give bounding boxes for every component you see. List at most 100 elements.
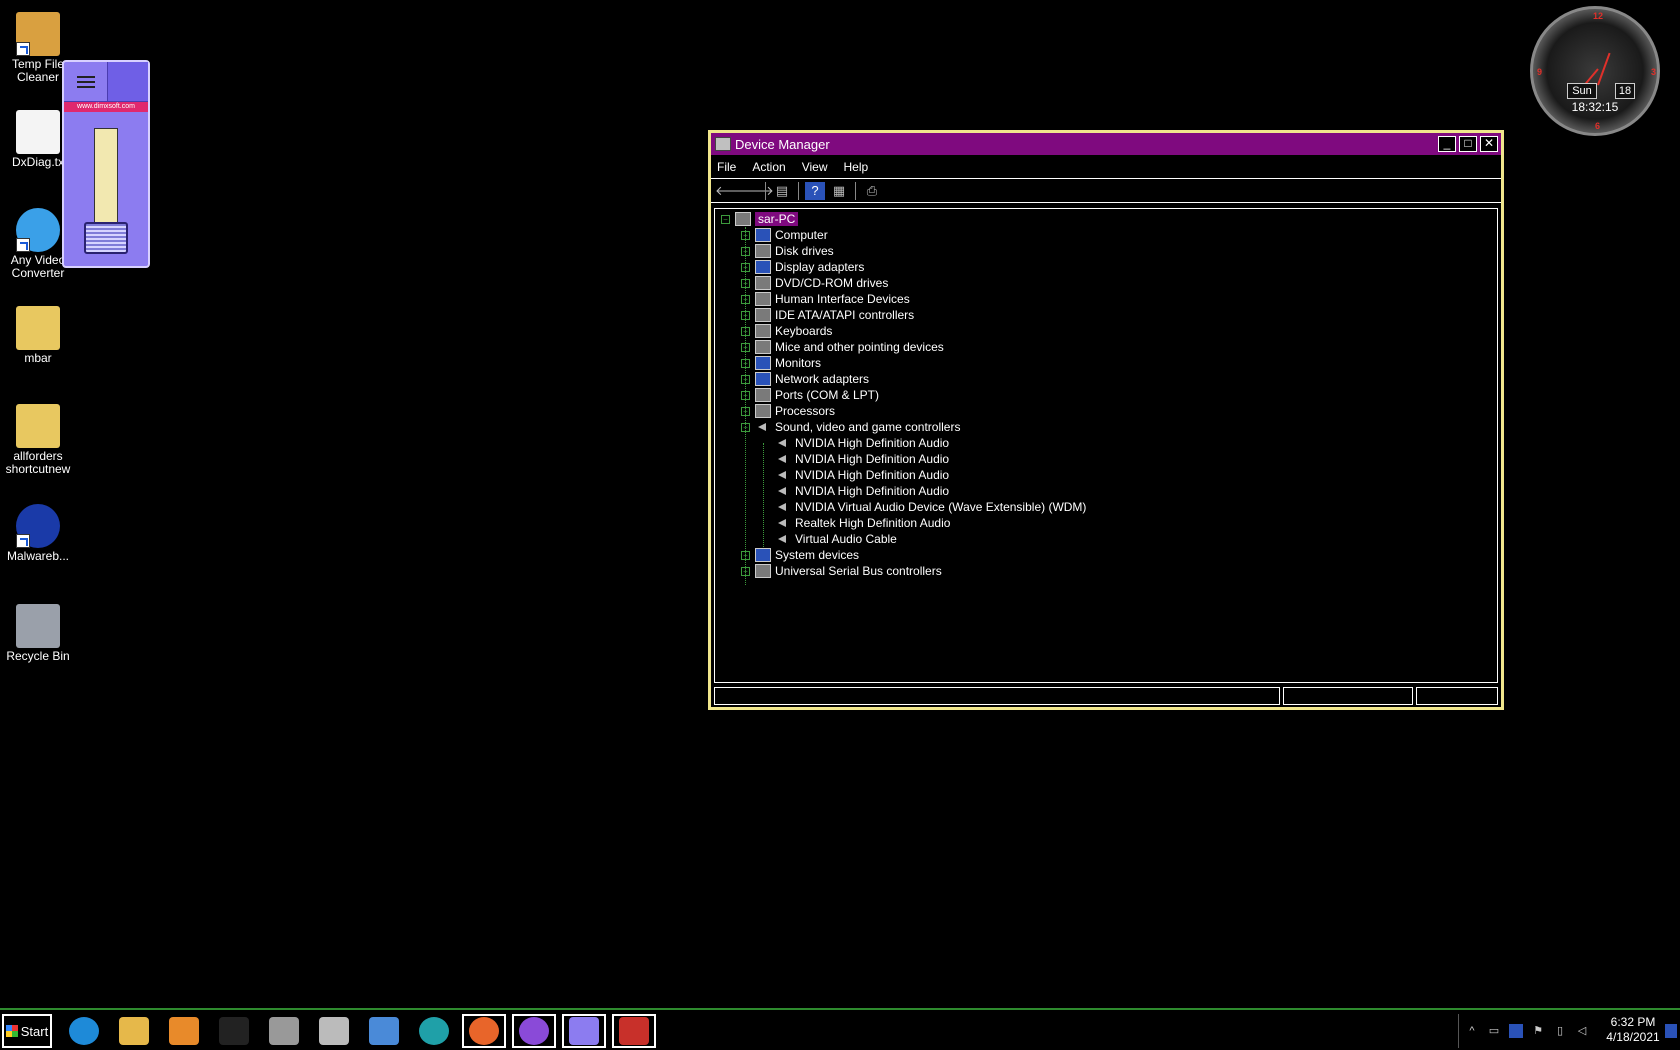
tree-node[interactable]: NVIDIA High Definition Audio — [715, 451, 1497, 467]
device-tray-icon[interactable] — [1509, 1024, 1523, 1038]
minimize-button[interactable]: _ — [1438, 136, 1456, 152]
taskbar-app-button[interactable] — [262, 1014, 306, 1048]
tree-node-label: System devices — [775, 548, 860, 562]
desktop-icon-label: Malwareb... — [6, 549, 70, 563]
properties-icon[interactable]: ▤ — [772, 182, 792, 200]
taskbar-app-button[interactable] — [612, 1014, 656, 1048]
tree-node[interactable]: + System devices — [715, 547, 1497, 563]
device-manager-window[interactable]: Device Manager _ □ ✕ File Action View He… — [708, 130, 1504, 710]
tree-node[interactable]: NVIDIA Virtual Audio Device (Wave Extens… — [715, 499, 1497, 515]
status-pane — [714, 687, 1280, 705]
action-center-flag-icon[interactable]: ⚑ — [1531, 1024, 1545, 1038]
menu-view[interactable]: View — [802, 160, 828, 174]
tree-node[interactable]: NVIDIA High Definition Audio — [715, 435, 1497, 451]
hamburger-menu-icon[interactable] — [64, 62, 108, 101]
volume-slider-thumb[interactable] — [84, 222, 128, 254]
volume-widget-url[interactable]: www.dimxsoft.com — [64, 102, 148, 112]
show-hidden-icons-icon[interactable]: ^ — [1465, 1024, 1479, 1038]
desktop-icon[interactable]: Recycle Bin — [0, 604, 76, 663]
help-icon[interactable]: ? — [805, 181, 825, 200]
tree-node[interactable]: + DVD/CD-ROM drives — [715, 275, 1497, 291]
menu-help[interactable]: Help — [844, 160, 869, 174]
tree-node-label: Computer — [775, 228, 828, 242]
tree-node-label: Keyboards — [775, 324, 833, 338]
tree-node[interactable]: + IDE ATA/ATAPI controllers — [715, 307, 1497, 323]
browser-icon — [519, 1017, 549, 1045]
device-tree[interactable]: − sar-PC + Computer + Disk drives + Display ada… — [714, 208, 1498, 683]
show-desktop-icon[interactable] — [1665, 1024, 1677, 1038]
tree-node[interactable]: + Ports (COM & LPT) — [715, 387, 1497, 403]
taskbar-app-button[interactable] — [162, 1014, 206, 1048]
tree-node-label: Sound, video and game controllers — [775, 420, 961, 434]
start-button[interactable]: Start — [2, 1014, 52, 1048]
scan-hardware-icon[interactable]: ▦ — [829, 182, 849, 200]
tree-node[interactable]: + Display adapters — [715, 259, 1497, 275]
speaker-icon — [775, 484, 791, 498]
network-tray-icon[interactable]: ▭ — [1487, 1024, 1501, 1038]
shortcut-arrow-icon — [16, 534, 30, 548]
forward-arrow-icon[interactable]: 🡒 — [739, 182, 774, 200]
tree-node[interactable]: + Monitors — [715, 355, 1497, 371]
ide-controller-icon — [755, 308, 771, 322]
edge-icon — [419, 1017, 449, 1045]
taskbar-app-button[interactable] — [212, 1014, 256, 1048]
clock-gadget[interactable]: 12 3 6 9 Sun 18 18:32:15 — [1530, 6, 1660, 136]
tree-node[interactable]: + Universal Serial Bus controllers — [715, 563, 1497, 579]
tree-node[interactable]: − sar-PC — [715, 211, 1497, 227]
taskbar-app-button[interactable] — [512, 1014, 556, 1048]
tree-node[interactable]: + Network adapters — [715, 371, 1497, 387]
taskbar-app-button[interactable] — [62, 1014, 106, 1048]
tree-node[interactable]: + Processors — [715, 403, 1497, 419]
tree-node[interactable]: + Keyboards — [715, 323, 1497, 339]
close-button[interactable]: ✕ — [1480, 136, 1498, 152]
text-file-icon — [16, 110, 60, 154]
recycle-bin-icon — [16, 604, 60, 648]
computer-icon — [735, 212, 751, 226]
desktop-icon[interactable]: Malwareb... — [0, 504, 76, 563]
menu-file[interactable]: File — [717, 160, 736, 174]
media-player-icon — [169, 1017, 199, 1045]
back-arrow-icon[interactable]: 🡐 — [715, 182, 750, 200]
network-adapter-icon — [755, 372, 771, 386]
tree-node[interactable]: + Human Interface Devices — [715, 291, 1497, 307]
windows-logo-icon — [5, 1025, 18, 1037]
title-bar[interactable]: Device Manager _ □ ✕ — [711, 133, 1501, 155]
speaker-icon — [775, 452, 791, 466]
start-label: Start — [20, 1023, 49, 1039]
taskbar-app-button[interactable] — [362, 1014, 406, 1048]
tree-node[interactable]: Realtek High Definition Audio — [715, 515, 1497, 531]
collapse-icon[interactable]: − — [721, 214, 730, 224]
tree-node[interactable]: Virtual Audio Cable — [715, 531, 1497, 547]
tree-node[interactable]: + Mice and other pointing devices — [715, 339, 1497, 355]
tree-node[interactable]: NVIDIA High Definition Audio — [715, 467, 1497, 483]
volume-widget[interactable]: www.dimxsoft.com — [62, 60, 150, 268]
tray-app-icon[interactable]: ▯ — [1553, 1024, 1567, 1038]
taskbar-app-button[interactable] — [112, 1014, 156, 1048]
volume-tray-icon[interactable]: ◁ — [1575, 1024, 1589, 1038]
taskbar-app-button[interactable] — [462, 1014, 506, 1048]
taskbar-app-button[interactable] — [412, 1014, 456, 1048]
volume-slider-track[interactable] — [94, 128, 118, 228]
menu-action[interactable]: Action — [752, 160, 785, 174]
toolbox-icon — [619, 1017, 649, 1045]
taskbar-app-button[interactable] — [312, 1014, 356, 1048]
temp-file-cleaner-icon — [16, 12, 60, 56]
port-icon — [755, 388, 771, 402]
desktop-icon[interactable]: mbar — [0, 306, 76, 365]
tree-node[interactable]: − Sound, video and game controllers — [715, 419, 1497, 435]
tree-node-label: NVIDIA High Definition Audio — [795, 436, 950, 450]
display-adapter-icon — [755, 260, 771, 274]
tray-clock[interactable]: 6:32 PM 4/18/2021 — [1601, 1015, 1665, 1045]
tree-node[interactable]: NVIDIA High Definition Audio — [715, 483, 1497, 499]
tree-node[interactable]: + Computer — [715, 227, 1497, 243]
tree-node-label: Mice and other pointing devices — [775, 340, 944, 354]
desktop-icon[interactable]: allforders shortcutnew — [0, 404, 76, 476]
tree-node-label: Display adapters — [775, 260, 865, 274]
processor-icon — [755, 404, 771, 418]
maximize-button[interactable]: □ — [1459, 136, 1477, 152]
mouse-settings-icon — [269, 1017, 299, 1045]
update-driver-icon[interactable]: ⎙ — [862, 182, 882, 200]
taskbar-app-button[interactable] — [562, 1014, 606, 1048]
tree-node[interactable]: + Disk drives — [715, 243, 1497, 259]
speaker-icon — [775, 532, 791, 546]
